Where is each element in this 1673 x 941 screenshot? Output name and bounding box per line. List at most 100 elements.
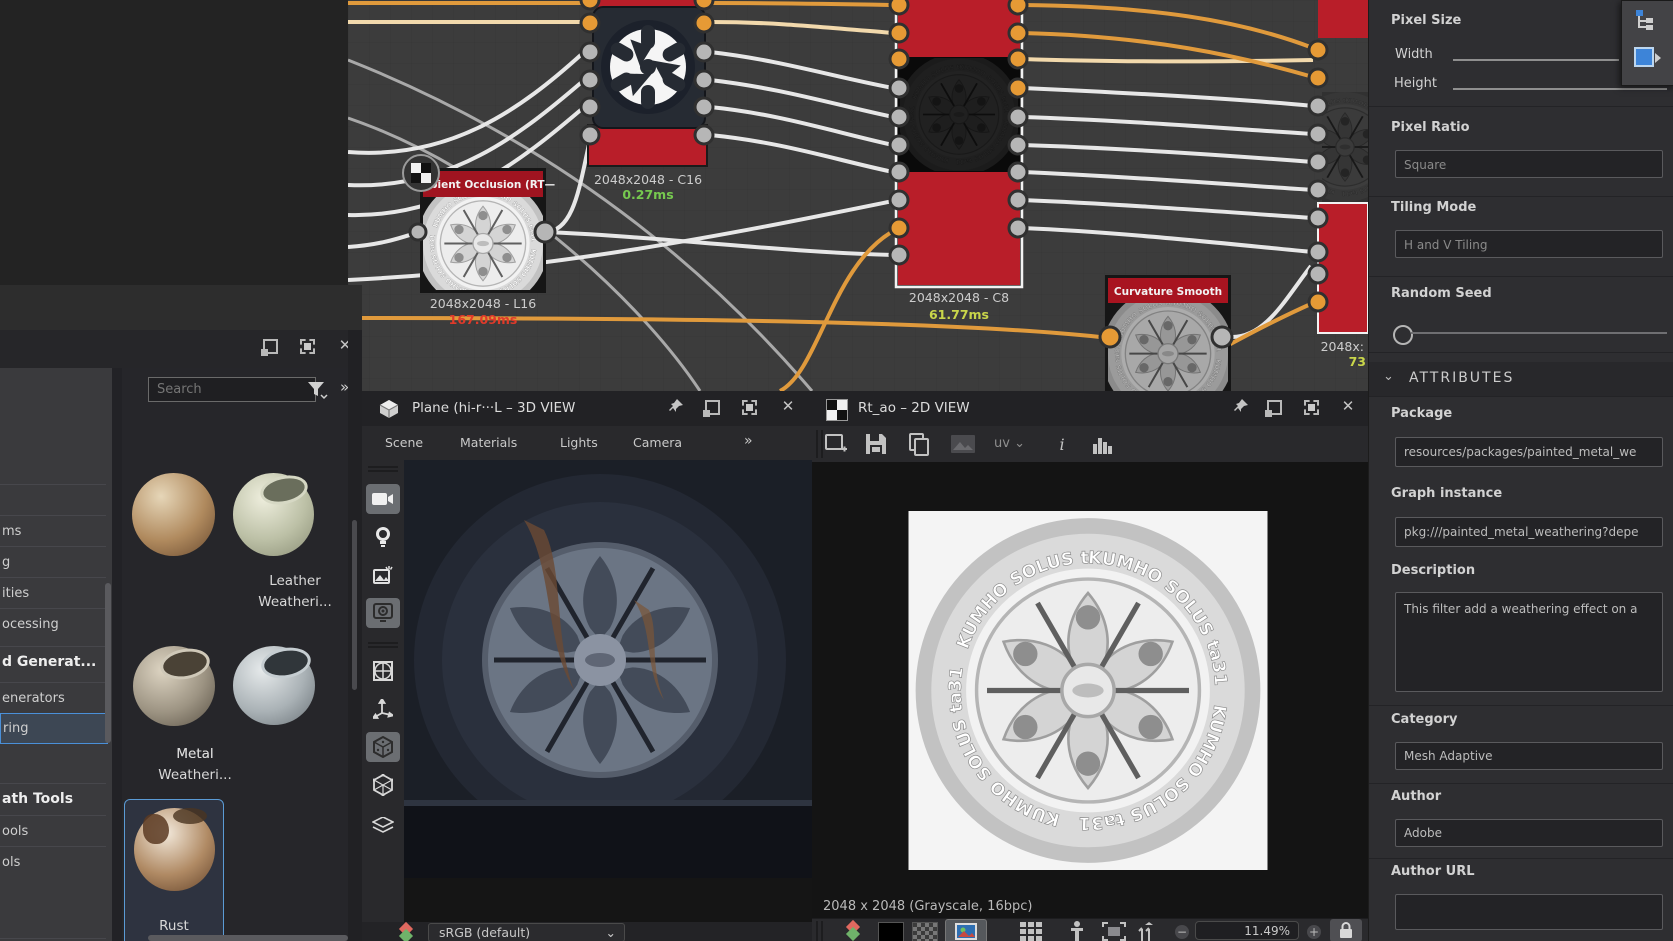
library-category-selected[interactable]: ring — [0, 713, 108, 744]
library-category[interactable]: ools — [0, 815, 106, 847]
menu-lights[interactable]: Lights — [560, 435, 598, 450]
tiling-mode-select[interactable]: H and V Tiling — [1395, 230, 1663, 258]
preview-icon[interactable] — [1634, 47, 1662, 69]
random-seed-slider[interactable] — [1411, 332, 1667, 334]
item-label[interactable]: Metal — [140, 746, 250, 762]
library-category[interactable]: ities — [0, 577, 106, 609]
node-ao-time: 167.09ms — [449, 312, 518, 327]
black-background-button[interactable] — [878, 922, 904, 941]
view2d-viewport[interactable] — [812, 462, 1368, 898]
environment-tool-button[interactable] — [366, 560, 400, 590]
toolbar-grip — [816, 921, 823, 941]
colorspace-icon[interactable] — [845, 922, 863, 940]
menu-materials[interactable]: Materials — [460, 435, 517, 450]
view3d-menu-overflow[interactable]: » — [744, 433, 753, 449]
height-slider[interactable] — [1453, 88, 1667, 90]
library-hscrollbar[interactable] — [148, 935, 348, 941]
transform-tool-button[interactable] — [366, 694, 400, 724]
save-button[interactable] — [864, 432, 888, 456]
actual-size-button[interactable] — [1138, 922, 1160, 941]
section-separator — [1369, 106, 1673, 107]
view3d-viewport[interactable] — [404, 460, 812, 878]
zoom-in-button[interactable]: + — [1307, 925, 1321, 939]
light-tool-button[interactable] — [366, 522, 400, 552]
gutter-scrollbar[interactable] — [352, 520, 357, 690]
layers-view-button[interactable] — [366, 810, 400, 840]
zoom-level[interactable]: 11.49% — [1195, 921, 1299, 940]
node-c8[interactable]: 2048x2048 - C8 61.77ms — [895, 0, 1022, 322]
library-category[interactable]: enerators — [0, 682, 106, 714]
view3d-menubar: Scene Materials Lights Camera » — [362, 426, 812, 460]
graph-instance-label: Graph instance — [1391, 486, 1502, 501]
image-view-button[interactable] — [945, 919, 987, 941]
checker-background-button[interactable] — [912, 922, 938, 941]
view3d-maximize-button[interactable] — [742, 398, 758, 414]
library-maximize-button[interactable] — [300, 337, 316, 353]
library-float-button[interactable] — [263, 337, 279, 353]
view3d-close-button[interactable]: ✕ — [780, 398, 796, 414]
item-label[interactable]: Leather — [240, 573, 350, 589]
uv-dropdown[interactable]: uv ⌄ — [994, 436, 1025, 451]
wireframe-view-button[interactable] — [366, 770, 400, 800]
new-image-button[interactable] — [824, 433, 848, 455]
library-category[interactable] — [0, 484, 106, 516]
library-category[interactable]: ols — [0, 846, 106, 878]
width-slider[interactable] — [1453, 59, 1619, 61]
camera-tool-button[interactable] — [366, 484, 400, 514]
library-category[interactable]: g — [0, 546, 106, 578]
colorspace-select[interactable]: sRGB (default) ⌄ — [428, 923, 625, 941]
item-label[interactable]: Weatheri... — [140, 767, 250, 783]
mannequin-button[interactable] — [1070, 921, 1084, 941]
view2d-maximize-button[interactable] — [1304, 398, 1320, 414]
node-ambient-occlusion[interactable]: Ambient Occlusion (RT— 2048x2048 - L16 1… — [411, 168, 555, 327]
graph-instance-input[interactable] — [1395, 517, 1663, 547]
author-input[interactable] — [1395, 819, 1663, 847]
random-seed-knob[interactable] — [1393, 325, 1413, 345]
node-c16-size: 2048x2048 - C16 — [594, 172, 702, 187]
view3d-float-button[interactable] — [705, 398, 721, 414]
library-category[interactable]: ocessing — [0, 608, 106, 640]
item-thumbnail-leather[interactable] — [132, 473, 215, 556]
chevron-down-icon: ⌄ — [1014, 436, 1025, 451]
search-input[interactable] — [148, 377, 316, 402]
node-graph-canvas[interactable]: KUMHO SOLUS ta31 KUMHO SOLUS ta31 KUMHO … — [348, 0, 1368, 391]
library-category[interactable]: d Generat... — [0, 646, 106, 678]
category-input[interactable] — [1395, 742, 1663, 770]
view3d-panel: Plane (hi-r···L – 3D VIEW ✕ Scene Materi… — [362, 391, 812, 941]
attributes-header[interactable]: ⌄ ATTRIBUTES — [1369, 362, 1673, 397]
histogram-button[interactable] — [1092, 434, 1114, 454]
pin-icon[interactable] — [1233, 398, 1249, 414]
view2d-header[interactable]: Rt_ao – 2D VIEW ✕ — [812, 391, 1368, 426]
tiling-grid-button[interactable] — [1020, 922, 1042, 941]
pixel-ratio-select[interactable]: Square — [1395, 150, 1663, 178]
node-tree-icon[interactable] — [1634, 9, 1658, 33]
view2d-float-button[interactable] — [1267, 398, 1283, 414]
export-image-button[interactable] — [950, 434, 976, 454]
copy-button[interactable] — [908, 432, 930, 456]
package-input[interactable] — [1395, 437, 1663, 467]
library-category[interactable]: ms — [0, 515, 106, 547]
zoom-out-button[interactable]: − — [1175, 925, 1189, 939]
display-settings-button[interactable] — [366, 598, 400, 628]
description-textarea[interactable]: This filter add a weathering effect on a — [1395, 592, 1663, 692]
library-category[interactable]: ath Tools — [0, 783, 106, 815]
pin-icon[interactable] — [668, 398, 684, 414]
background-toggle-button[interactable] — [403, 155, 439, 191]
menu-scene[interactable]: Scene — [385, 435, 423, 450]
author-url-input[interactable] — [1395, 894, 1663, 930]
fit-image-button[interactable] — [1102, 922, 1126, 941]
node-c16[interactable]: 2048x2048 - C16 0.27ms — [588, 0, 708, 202]
view3d-header[interactable]: Plane (hi-r···L – 3D VIEW ✕ — [362, 391, 812, 426]
section-separator — [1369, 196, 1673, 197]
item-tile-rust-selected[interactable]: Rust Weatheri... — [124, 799, 224, 941]
menu-camera[interactable]: Camera — [633, 435, 682, 450]
view2d-close-button[interactable]: ✕ — [1340, 398, 1356, 414]
category-scrollbar[interactable] — [105, 583, 111, 743]
filter-icon[interactable] — [305, 378, 329, 400]
lock-button[interactable] — [1330, 919, 1362, 941]
solid-view-button[interactable] — [366, 732, 400, 762]
uv-view-button[interactable] — [366, 656, 400, 686]
node-ao-size: 2048x2048 - L16 — [430, 296, 536, 311]
item-label[interactable]: Weatheri... — [240, 594, 350, 610]
info-button[interactable]: i — [1055, 432, 1069, 456]
